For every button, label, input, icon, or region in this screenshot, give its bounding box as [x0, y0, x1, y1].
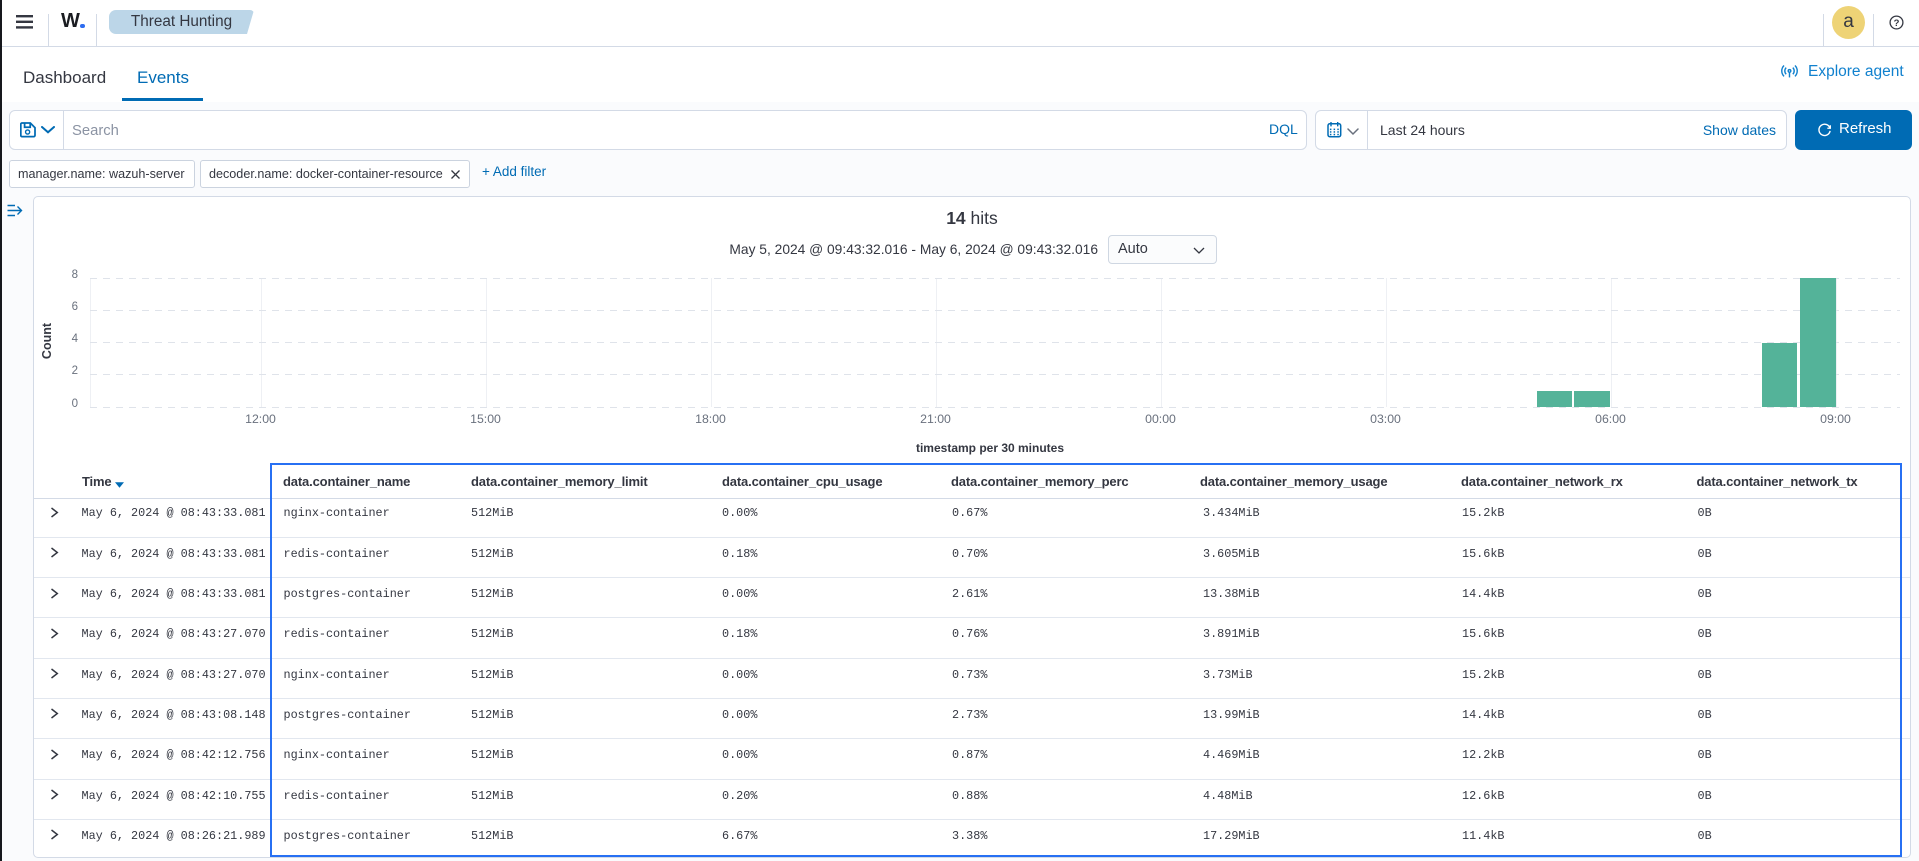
svg-text:?: ? — [1894, 18, 1900, 29]
